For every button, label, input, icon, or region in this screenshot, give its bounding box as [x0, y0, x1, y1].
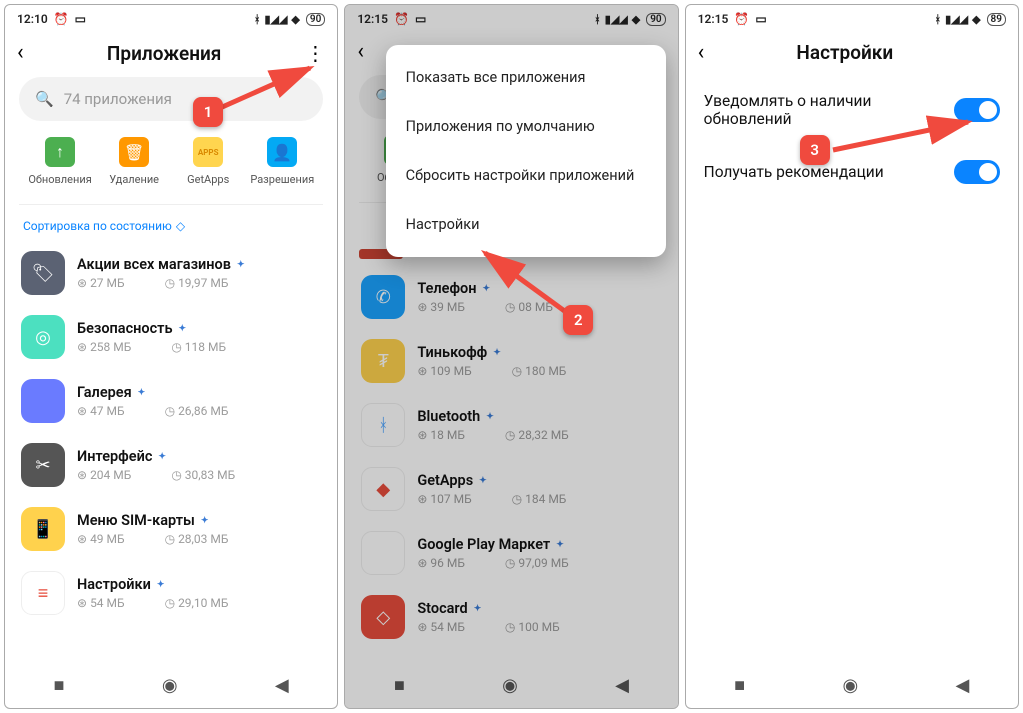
upload-icon: ↑: [45, 137, 75, 167]
nav-bar: ■ ◉ ◀: [5, 662, 337, 708]
app-list[interactable]: 🏷Акции всех магазинов✦⊛ 27 МБ◷ 19,97 МБ …: [5, 241, 337, 662]
sort-icon: ◇: [176, 219, 185, 233]
menu-show-all-apps[interactable]: Показать все приложения: [386, 53, 666, 102]
wifi-icon: ◆: [291, 13, 299, 26]
nav-recent[interactable]: ■: [394, 675, 405, 696]
search-placeholder: 74 приложения: [64, 90, 172, 108]
menu-settings[interactable]: Настройки: [386, 200, 666, 249]
step-badge-3: 3: [800, 135, 830, 165]
app-icon: [21, 379, 65, 423]
app-icon: ◎: [21, 315, 65, 359]
page-title: Настройки: [712, 41, 978, 64]
permissions-icon: 👤: [267, 137, 297, 167]
list-item[interactable]: ▶Google Play Маркет✦⊛ 96 МБ◷ 97,09 МБ: [359, 521, 663, 585]
nav-recent[interactable]: ■: [734, 675, 745, 696]
app-icon: 📱: [21, 507, 65, 551]
list-item[interactable]: 📱Меню SIM-карты✦⊛ 49 МБ◷ 28,03 МБ: [19, 497, 323, 561]
menu-default-apps[interactable]: Приложения по умолчанию: [386, 102, 666, 151]
alarm-icon: ⏰: [394, 12, 409, 26]
app-icon: ᚼ: [361, 403, 405, 447]
loading-icon: ✦: [157, 580, 165, 590]
signal-icon: ▮◢◢: [264, 13, 287, 26]
shortcut-updates[interactable]: ↑ Обновления: [23, 137, 97, 186]
app-icon: ✆: [361, 275, 405, 319]
alarm-icon: ⏰: [734, 12, 749, 26]
list-item[interactable]: ₮Тинькофф✦⊛ 109 МБ◷ 180 МБ: [359, 329, 663, 393]
nav-bar: ■ ◉ ◀: [345, 662, 677, 708]
shortcut-permissions[interactable]: 👤 Разрешения: [245, 137, 319, 186]
nav-back[interactable]: ◀: [955, 675, 969, 696]
nav-recent[interactable]: ■: [54, 675, 65, 696]
app-icon: ✂: [21, 443, 65, 487]
loading-icon: ✦: [138, 388, 146, 398]
list-item[interactable]: ◇Stocard✦⊛ 54 МБ◷ 100 МБ: [359, 585, 663, 649]
list-item[interactable]: 🏷Акции всех магазинов✦⊛ 27 МБ◷ 19,97 МБ: [19, 241, 323, 305]
app-icon: ≡: [21, 571, 65, 615]
screen-apps: 12:10 ⏰ ▭ ᚼ ▮◢◢ ◆ 90 ‹ Приложения ⋮ 🔍 74…: [4, 4, 338, 709]
nav-back[interactable]: ◀: [615, 675, 629, 696]
storage-size: ◷ 19,97 МБ: [165, 276, 229, 290]
nav-home[interactable]: ◉: [162, 675, 178, 696]
search-icon: 🔍: [35, 90, 54, 108]
loading-icon: ✦: [237, 260, 245, 270]
arrow-icon: [828, 112, 978, 160]
screen-settings: 12:15⏰▭ ᚼ▮◢◢◆89 ‹ Настройки Уведомлять о…: [685, 4, 1019, 709]
status-time: 12:10: [17, 12, 48, 26]
trash-icon: 🗑: [119, 137, 149, 167]
app-icon: ₮: [361, 339, 405, 383]
list-item[interactable]: ᚼBluetooth✦⊛ 18 МБ◷ 28,32 МБ: [359, 393, 663, 457]
nav-home[interactable]: ◉: [502, 675, 518, 696]
app-icon: ▶: [361, 531, 405, 575]
alarm-icon: ⏰: [54, 12, 69, 26]
nav-bar: ■ ◉ ◀: [686, 662, 1018, 708]
list-item[interactable]: ✂Интерфейс✦⊛ 204 МБ◷ 30,83 МБ: [19, 433, 323, 497]
menu-reset-app-prefs[interactable]: Сбросить настройки приложений: [386, 151, 666, 200]
overflow-menu: Показать все приложения Приложения по ум…: [386, 45, 666, 257]
nav-home[interactable]: ◉: [842, 675, 858, 696]
bluetooth-icon: ᚼ: [254, 13, 261, 26]
nav-back[interactable]: ◀: [275, 675, 289, 696]
arrow-icon: [215, 60, 325, 120]
step-badge-1: 1: [193, 97, 223, 127]
app-icon: ◇: [361, 595, 405, 639]
back-button[interactable]: ‹: [357, 41, 383, 63]
list-item[interactable]: ≡Настройки✦⊛ 54 МБ◷ 29,10 МБ: [19, 561, 323, 625]
status-bar: 12:15⏰▭ ᚼ▮◢◢◆89: [686, 5, 1018, 33]
loading-icon: ✦: [158, 452, 166, 462]
app-icon: 🏷: [21, 251, 65, 295]
memory-size: ⊛ 27 МБ: [77, 276, 125, 290]
app-icon: ◆: [361, 467, 405, 511]
list-item[interactable]: Галерея✦⊛ 47 МБ◷ 26,86 МБ: [19, 369, 323, 433]
step-badge-2: 2: [563, 305, 593, 335]
shortcut-row: ↑ Обновления 🗑 Удаление APPS GetApps 👤 Р…: [19, 131, 323, 205]
screen-apps-menu: 12:15⏰▭ ᚼ▮◢◢◆90 ‹ 🔍 74 пр ↑ Обновле ✆Тел…: [344, 4, 678, 709]
loading-icon: ✦: [201, 516, 209, 526]
list-item[interactable]: ◆GetApps✦⊛ 107 МБ◷ 184 МБ: [359, 457, 663, 521]
getapps-icon: APPS: [193, 137, 223, 167]
list-item[interactable]: ◎Безопасность✦⊛ 258 МБ◷ 118 МБ: [19, 305, 323, 369]
status-bar: 12:10 ⏰ ▭ ᚼ ▮◢◢ ◆ 90: [5, 5, 337, 33]
sort-dropdown[interactable]: Сортировка по состоянию ◇: [5, 205, 337, 241]
status-bar: 12:15⏰▭ ᚼ▮◢◢◆90: [345, 5, 677, 33]
window-icon: ▭: [75, 12, 86, 26]
toggle-switch[interactable]: [954, 160, 1000, 184]
loading-icon: ✦: [179, 324, 187, 334]
shortcut-getapps[interactable]: APPS GetApps: [171, 137, 245, 186]
battery-icon: 90: [306, 13, 325, 26]
shortcut-delete[interactable]: 🗑 Удаление: [97, 137, 171, 186]
